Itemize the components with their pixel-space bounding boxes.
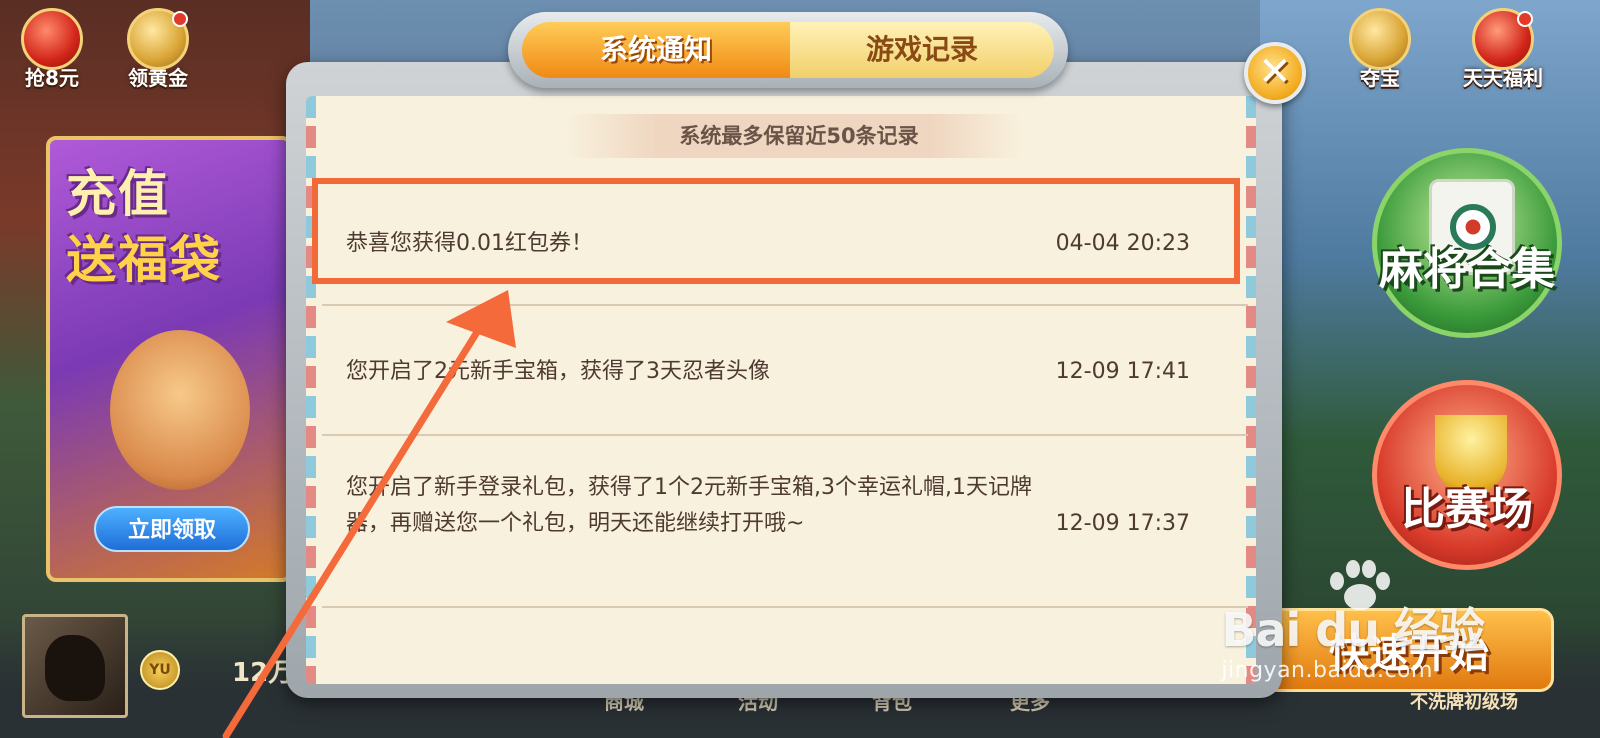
watermark-brand: Bai du 经验 xyxy=(1221,603,1485,657)
baidu-jingyan-watermark: Bai du 经验 jingyan.baidu.com xyxy=(1221,594,1485,683)
watermark-url: jingyan.baidu.com xyxy=(1221,658,1433,683)
